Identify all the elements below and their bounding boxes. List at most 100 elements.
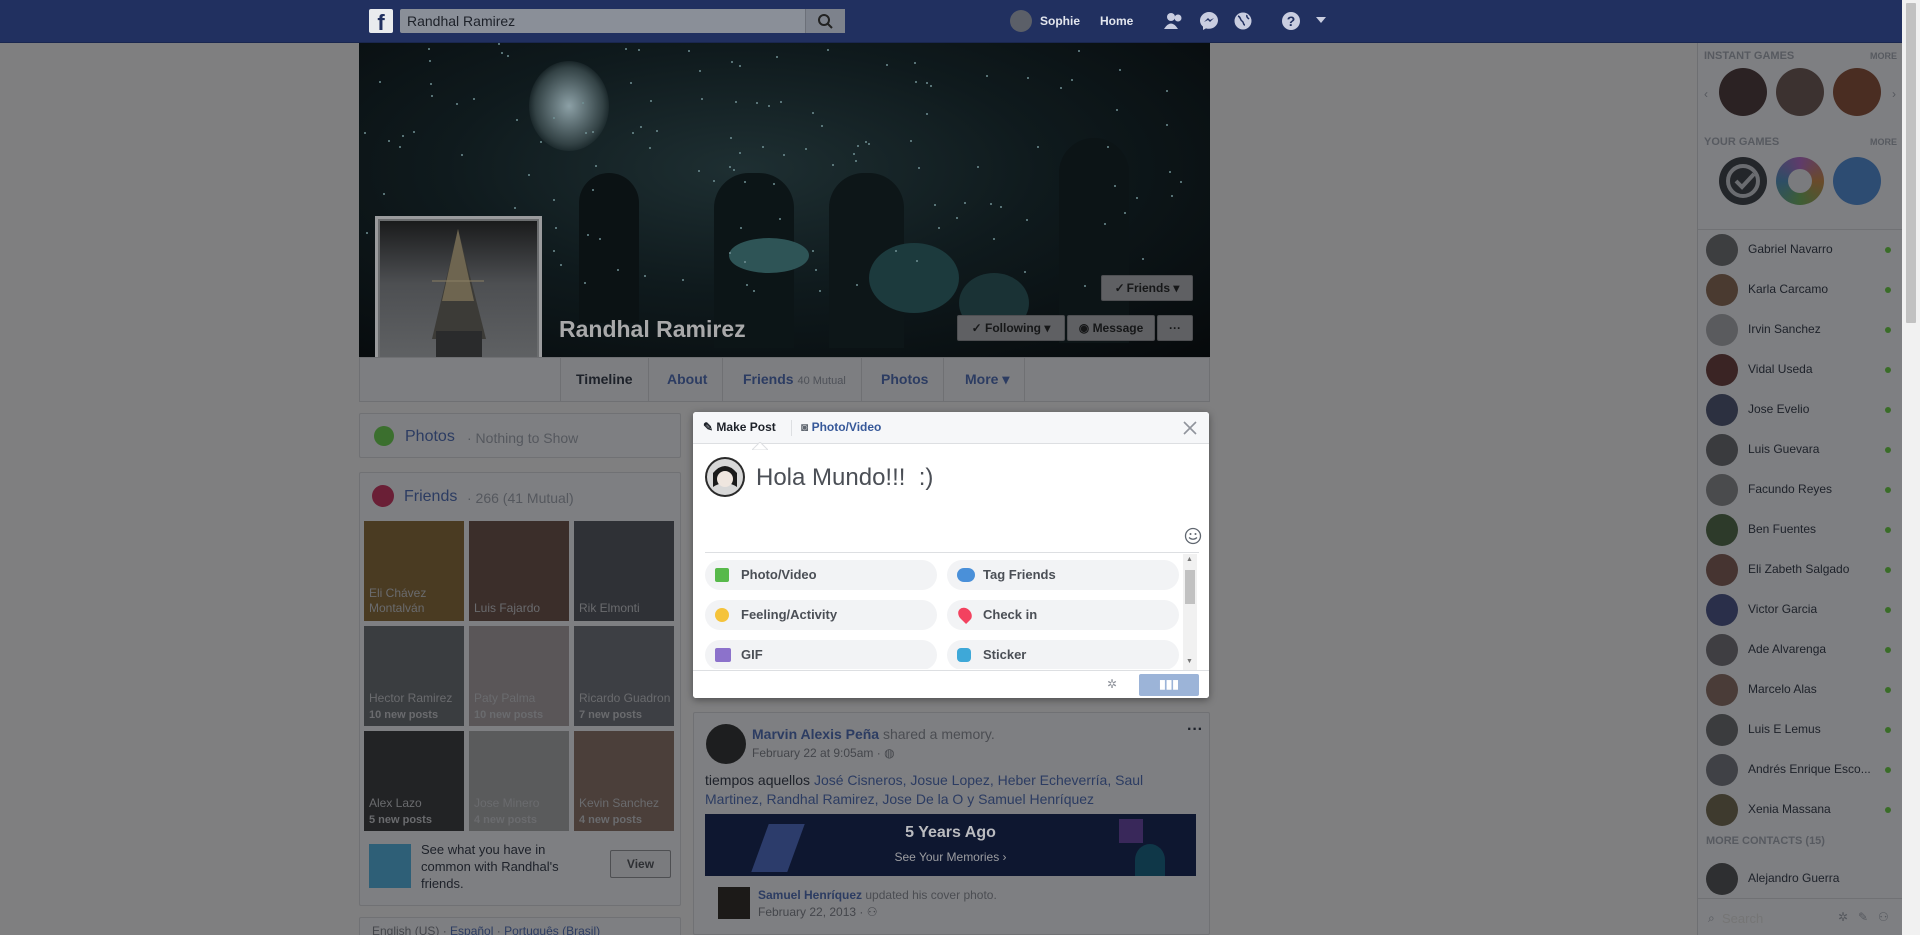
- contact-item[interactable]: Karla Carcamo: [1706, 272, 1896, 306]
- settings-gear-icon[interactable]: ✲: [1107, 677, 1117, 691]
- new-message-icon[interactable]: ✎: [1858, 910, 1868, 924]
- messenger-icon[interactable]: [1199, 11, 1219, 31]
- following-button[interactable]: ✓ Following ▾: [957, 315, 1065, 341]
- tab-about[interactable]: About: [652, 358, 724, 401]
- options-scrollbar[interactable]: ▲ ▼: [1183, 554, 1197, 670]
- friend-name[interactable]: Hector Ramirez: [369, 691, 452, 706]
- contact-item[interactable]: Xenia Massana: [1706, 792, 1896, 826]
- friend-name[interactable]: Kevin Sanchez: [579, 796, 659, 811]
- search-input[interactable]: Randhal Ramirez: [400, 9, 845, 33]
- friend-name[interactable]: Eli Chávez Montalván: [369, 586, 464, 616]
- gif-option[interactable]: GIF: [705, 640, 937, 669]
- post-author[interactable]: Marvin Alexis Peña: [752, 726, 879, 742]
- game-check-icon[interactable]: [1719, 157, 1767, 205]
- contact-item[interactable]: Facundo Reyes: [1706, 472, 1896, 506]
- tab-more[interactable]: More ▾: [950, 358, 1026, 401]
- avatar[interactable]: [718, 887, 750, 919]
- message-button[interactable]: ◉ Message: [1067, 315, 1155, 341]
- friend-tile[interactable]: Rik Elmonti: [574, 521, 674, 621]
- inner-date[interactable]: February 22, 2013 · ⚇: [758, 905, 878, 919]
- home-link[interactable]: Home: [1100, 14, 1133, 28]
- chevron-left-icon[interactable]: ‹: [1704, 87, 1708, 101]
- instant-game-thumb[interactable]: [1776, 68, 1824, 116]
- search-button[interactable]: [805, 9, 845, 33]
- photo-video-tab[interactable]: ◙ Photo/Video: [801, 420, 881, 434]
- memory-banner[interactable]: 5 Years Ago See Your Memories ›: [705, 814, 1196, 876]
- friend-name[interactable]: Jose Minero: [474, 796, 539, 811]
- memory-link[interactable]: See Your Memories ›: [705, 850, 1196, 864]
- contact-item[interactable]: Jose Evelio: [1706, 392, 1896, 426]
- composer-text-input[interactable]: Hola Mundo!!! :): [756, 464, 933, 492]
- notifications-globe-icon[interactable]: [1233, 11, 1253, 31]
- scrollbar-thumb[interactable]: [1185, 570, 1195, 604]
- post-button[interactable]: ▮▮▮: [1139, 674, 1199, 696]
- sticker-option[interactable]: Sticker: [947, 640, 1179, 669]
- avatar[interactable]: [706, 724, 746, 764]
- friend-tile[interactable]: Hector Ramirez 10 new posts: [364, 626, 464, 726]
- language-link[interactable]: Português (Brasil): [504, 924, 600, 935]
- post-date[interactable]: February 22 at 9:05am · ◍: [752, 746, 895, 760]
- emoji-icon[interactable]: [1184, 527, 1202, 545]
- tab-photos[interactable]: Photos: [866, 358, 945, 401]
- friends-title[interactable]: Friends: [404, 488, 457, 506]
- contact-item[interactable]: Marcelo Alas: [1706, 672, 1896, 706]
- friend-name[interactable]: Rik Elmonti: [579, 601, 640, 616]
- friend-tile[interactable]: Eli Chávez Montalván: [364, 521, 464, 621]
- help-icon[interactable]: ?: [1281, 11, 1301, 31]
- inner-author[interactable]: Samuel Henríquez: [758, 888, 862, 902]
- page-scrollbar[interactable]: [1902, 0, 1920, 935]
- contact-item[interactable]: Gabriel Navarro: [1706, 232, 1896, 266]
- close-icon[interactable]: [1183, 421, 1197, 435]
- friend-tile[interactable]: Luis Fajardo: [469, 521, 569, 621]
- chevron-down-icon[interactable]: [1316, 17, 1326, 23]
- friend-name[interactable]: Alex Lazo: [369, 796, 422, 811]
- language-link[interactable]: Español: [450, 924, 493, 935]
- friend-tile[interactable]: Paty Palma 10 new posts: [469, 626, 569, 726]
- friend-tile[interactable]: Kevin Sanchez 4 new posts: [574, 731, 674, 831]
- view-button[interactable]: View: [610, 850, 671, 878]
- photo-video-option[interactable]: Photo/Video: [705, 560, 937, 590]
- profile-picture[interactable]: [380, 221, 537, 378]
- contact-item[interactable]: Vidal Useda: [1706, 352, 1896, 386]
- chat-search-input[interactable]: [1722, 908, 1832, 928]
- contact-item[interactable]: Victor Garcia: [1706, 592, 1896, 626]
- contact-item[interactable]: Luis E Lemus: [1706, 712, 1896, 746]
- friend-tile[interactable]: Alex Lazo 5 new posts: [364, 731, 464, 831]
- facebook-logo-icon[interactable]: f: [369, 9, 393, 33]
- contact-item[interactable]: Irvin Sanchez: [1706, 312, 1896, 346]
- tab-timeline[interactable]: Timeline: [560, 358, 649, 401]
- contact-item[interactable]: Ade Alvarenga: [1706, 632, 1896, 666]
- instant-game-thumb[interactable]: [1833, 68, 1881, 116]
- instant-game-thumb[interactable]: [1719, 68, 1767, 116]
- friend-tile[interactable]: Jose Minero 4 new posts: [469, 731, 569, 831]
- your-games-more-link[interactable]: MORE: [1870, 137, 1897, 147]
- photos-title[interactable]: Photos: [405, 428, 455, 446]
- avatar[interactable]: [1010, 10, 1032, 32]
- new-group-icon[interactable]: ⚇: [1878, 910, 1889, 924]
- friend-name[interactable]: Luis Fajardo: [474, 601, 540, 616]
- more-options-button[interactable]: ···: [1157, 315, 1193, 341]
- friend-name[interactable]: Ricardo Guadron: [579, 691, 670, 706]
- profile-name[interactable]: Randhal Ramirez: [559, 316, 746, 343]
- friend-tile[interactable]: Ricardo Guadron 7 new posts: [574, 626, 674, 726]
- game-farmville-icon[interactable]: [1833, 157, 1881, 205]
- make-post-tab[interactable]: ✎ Make Post: [703, 420, 776, 434]
- contact-item[interactable]: Luis Guevara: [1706, 432, 1896, 466]
- friends-button[interactable]: ✓ Friends ▾: [1101, 275, 1193, 301]
- chat-settings-gear-icon[interactable]: ✲: [1838, 910, 1848, 924]
- post-options-icon[interactable]: ···: [1187, 721, 1203, 739]
- feeling-activity-option[interactable]: Feeling/Activity: [705, 600, 937, 630]
- friend-requests-icon[interactable]: [1164, 12, 1184, 30]
- tab-friends[interactable]: Friends 40 Mutual: [728, 358, 862, 401]
- contact-item[interactable]: Ben Fuentes: [1706, 512, 1896, 546]
- contact-item[interactable]: Alejandro Guerra: [1706, 861, 1896, 895]
- game-trivia-icon[interactable]: [1776, 157, 1824, 205]
- tag-friends-option[interactable]: Tag Friends: [947, 560, 1179, 590]
- user-name-link[interactable]: Sophie: [1040, 14, 1080, 28]
- contact-item[interactable]: Andrés Enrique Esco...: [1706, 752, 1896, 786]
- instant-games-more-link[interactable]: MORE: [1870, 51, 1897, 61]
- chevron-right-icon[interactable]: ›: [1892, 87, 1896, 101]
- friend-name[interactable]: Paty Palma: [474, 691, 535, 706]
- check-in-option[interactable]: Check in: [947, 600, 1179, 630]
- page-scrollbar-thumb[interactable]: [1906, 3, 1916, 323]
